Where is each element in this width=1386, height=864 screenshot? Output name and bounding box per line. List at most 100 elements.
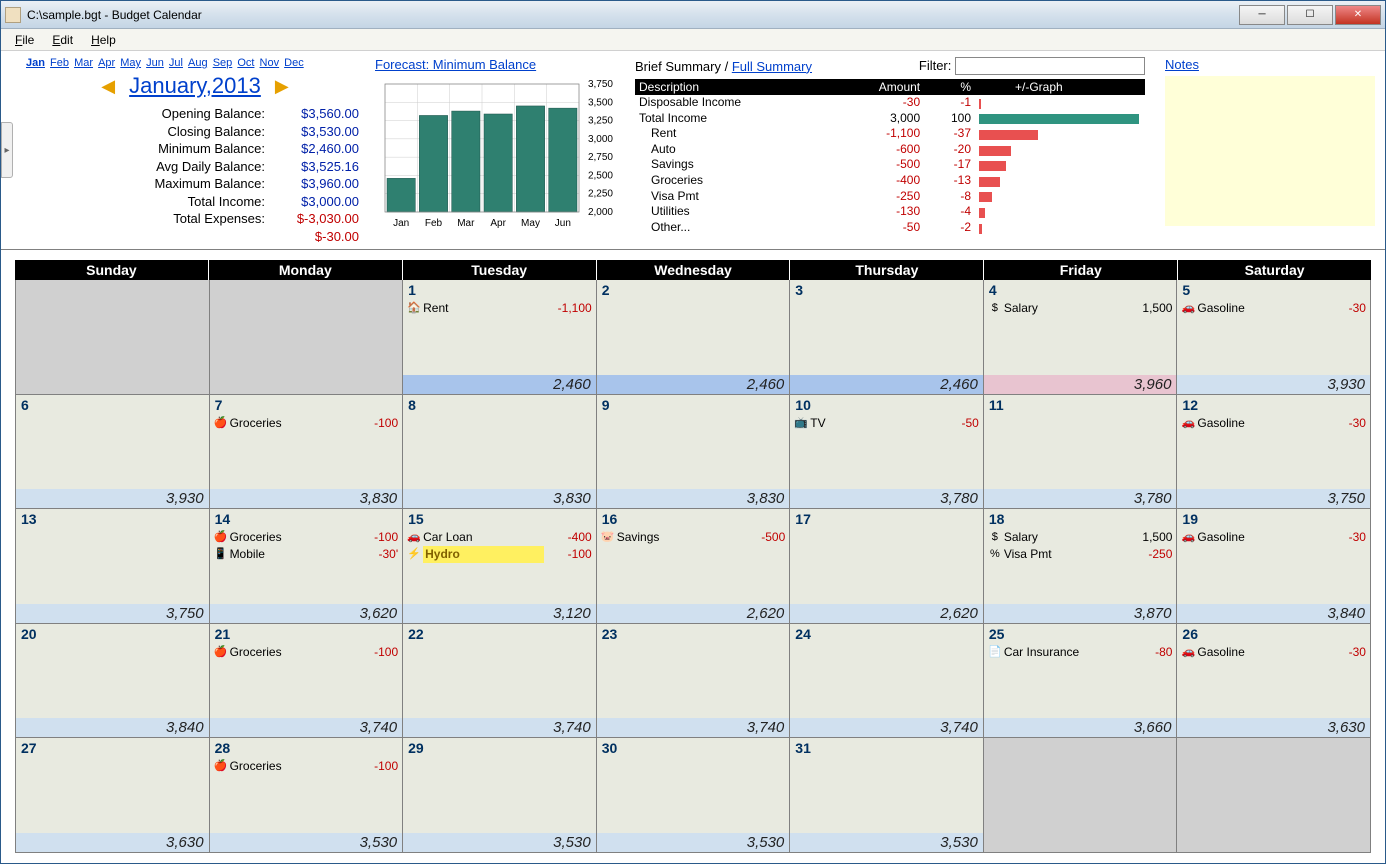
month-link-dec[interactable]: Dec: [284, 57, 304, 69]
filter-input[interactable]: [955, 57, 1145, 75]
calendar-cell[interactable]: 172,620: [790, 509, 983, 623]
calendar-cell[interactable]: 32,460: [790, 280, 983, 394]
calendar-cell[interactable]: 293,530: [403, 738, 596, 852]
summary-amount: -500: [835, 157, 925, 173]
sidebar-expand-toggle[interactable]: ▸: [1, 122, 13, 178]
calendar-cell[interactable]: 22,460: [597, 280, 790, 394]
balance-label: Avg Daily Balance:: [25, 158, 265, 176]
transaction-item[interactable]: 🐷Savings-500: [601, 529, 786, 546]
month-link-nov[interactable]: Nov: [260, 57, 280, 69]
month-link-aug[interactable]: Aug: [188, 57, 208, 69]
transaction-item[interactable]: 📺TV-50: [794, 415, 979, 432]
month-link-mar[interactable]: Mar: [74, 57, 93, 69]
calendar-cell[interactable]: 28🍎Groceries-1003,530: [210, 738, 403, 852]
transaction-item[interactable]: 🍎Groceries-100: [214, 415, 399, 432]
month-link-oct[interactable]: Oct: [237, 57, 254, 69]
calendar-cell[interactable]: 26🚗Gasoline-303,630: [1177, 624, 1370, 738]
calendar-cell[interactable]: 18$Salary1,500%Visa Pmt-2503,870: [984, 509, 1177, 623]
summary-row[interactable]: Savings-500-17: [635, 157, 1145, 173]
calendar-cell[interactable]: 273,630: [16, 738, 209, 852]
transaction-item[interactable]: 🚗Gasoline-30: [1181, 415, 1366, 432]
menu-edit[interactable]: Edit: [44, 31, 81, 49]
notes-link[interactable]: Notes: [1165, 57, 1199, 72]
summary-bar-cell: [975, 189, 1145, 205]
summary-row[interactable]: Visa Pmt-250-8: [635, 189, 1145, 205]
calendar-cell[interactable]: 25📄Car Insurance-803,660: [984, 624, 1177, 738]
transaction-item[interactable]: 📱Mobile-30': [214, 546, 399, 563]
calendar-cell[interactable]: 10📺TV-503,780: [790, 395, 983, 509]
transaction-icon: 🏠: [407, 301, 421, 316]
summary-row[interactable]: Total Income3,000100: [635, 111, 1145, 127]
calendar-cell[interactable]: 233,740: [597, 624, 790, 738]
summary-row[interactable]: Disposable Income-30-1: [635, 95, 1145, 111]
transaction-item[interactable]: 🚗Gasoline-30: [1181, 529, 1366, 546]
day-number: 10: [790, 395, 983, 415]
transaction-item[interactable]: 🚗Gasoline-30: [1181, 300, 1366, 317]
summary-row[interactable]: Groceries-400-13: [635, 173, 1145, 189]
svg-text:2,250: 2,250: [588, 189, 613, 200]
summary-row[interactable]: Auto-600-20: [635, 142, 1145, 158]
titlebar[interactable]: C:\sample.bgt - Budget Calendar ─ ☐ ✕: [1, 1, 1385, 29]
menu-help[interactable]: Help: [83, 31, 124, 49]
transaction-item[interactable]: %Visa Pmt-250: [988, 546, 1173, 563]
notes-textarea[interactable]: [1165, 76, 1375, 226]
summary-row[interactable]: Other...-50-2: [635, 220, 1145, 236]
calendar-cell[interactable]: 5🚗Gasoline-303,930: [1177, 280, 1370, 394]
prev-month-button[interactable]: ◀: [101, 76, 115, 97]
transaction-item[interactable]: 🏠Rent-1,100: [407, 300, 592, 317]
month-link-jul[interactable]: Jul: [169, 57, 183, 69]
calendar-cell[interactable]: 12🚗Gasoline-303,750: [1177, 395, 1370, 509]
minimize-button[interactable]: ─: [1239, 5, 1285, 25]
month-title[interactable]: January,2013: [129, 73, 261, 99]
summary-row[interactable]: Rent-1,100-37: [635, 126, 1145, 142]
menu-file[interactable]: File: [7, 31, 42, 49]
calendar-cell[interactable]: 223,740: [403, 624, 596, 738]
summary-desc: Utilities: [635, 204, 835, 220]
calendar-cell[interactable]: 83,830: [403, 395, 596, 509]
calendar-cell[interactable]: 203,840: [16, 624, 209, 738]
transaction-item[interactable]: 🚗Gasoline-30: [1181, 644, 1366, 661]
month-link-feb[interactable]: Feb: [50, 57, 69, 69]
transaction-item[interactable]: 🚗Car Loan-400: [407, 529, 592, 546]
month-link-may[interactable]: May: [120, 57, 141, 69]
calendar-cell[interactable]: 7🍎Groceries-1003,830: [210, 395, 403, 509]
full-summary-link[interactable]: Full Summary: [732, 59, 812, 74]
transaction-item[interactable]: $Salary1,500: [988, 529, 1173, 546]
month-link-sep[interactable]: Sep: [213, 57, 233, 69]
transaction-name: Gasoline: [1197, 300, 1318, 317]
svg-text:Mar: Mar: [457, 218, 475, 229]
transaction-name: Car Loan: [423, 529, 544, 546]
calendar-cell[interactable]: 1🏠Rent-1,1002,460: [403, 280, 596, 394]
forecast-link[interactable]: Forecast: Minimum Balance: [375, 57, 615, 72]
calendar-cell[interactable]: 313,530: [790, 738, 983, 852]
calendar-cell[interactable]: 21🍎Groceries-1003,740: [210, 624, 403, 738]
month-link-apr[interactable]: Apr: [98, 57, 115, 69]
calendar-cell[interactable]: 93,830: [597, 395, 790, 509]
month-link-jun[interactable]: Jun: [146, 57, 164, 69]
calendar-cell[interactable]: 14🍎Groceries-100📱Mobile-30'3,620: [210, 509, 403, 623]
calendar-cell[interactable]: 15🚗Car Loan-400⚡Hydro-1003,120: [403, 509, 596, 623]
calendar-cell[interactable]: 16🐷Savings-5002,620: [597, 509, 790, 623]
transaction-item[interactable]: 🍎Groceries-100: [214, 758, 399, 775]
calendar-cell[interactable]: 243,740: [790, 624, 983, 738]
next-month-button[interactable]: ▶: [275, 76, 289, 97]
calendar-cell[interactable]: 4$Salary1,5003,960: [984, 280, 1177, 394]
maximize-button[interactable]: ☐: [1287, 5, 1333, 25]
transaction-item[interactable]: $Salary1,500: [988, 300, 1173, 317]
calendar-cell[interactable]: 303,530: [597, 738, 790, 852]
calendar-cell[interactable]: 63,930: [16, 395, 209, 509]
th-description: Description: [635, 79, 835, 95]
day-number: 1: [403, 280, 596, 300]
transaction-icon: 📱: [214, 547, 228, 562]
close-button[interactable]: ✕: [1335, 5, 1381, 25]
transaction-item[interactable]: ⚡Hydro-100: [407, 546, 592, 563]
calendar-cell[interactable]: 133,750: [16, 509, 209, 623]
calendar-cell[interactable]: 113,780: [984, 395, 1177, 509]
transaction-item[interactable]: 🍎Groceries-100: [214, 644, 399, 661]
summary-row[interactable]: Utilities-130-4: [635, 204, 1145, 220]
calendar-cell[interactable]: 19🚗Gasoline-303,840: [1177, 509, 1370, 623]
month-link-jan[interactable]: Jan: [26, 57, 45, 69]
transaction-icon: 🚗: [1181, 645, 1195, 660]
transaction-item[interactable]: 🍎Groceries-100: [214, 529, 399, 546]
transaction-item[interactable]: 📄Car Insurance-80: [988, 644, 1173, 661]
